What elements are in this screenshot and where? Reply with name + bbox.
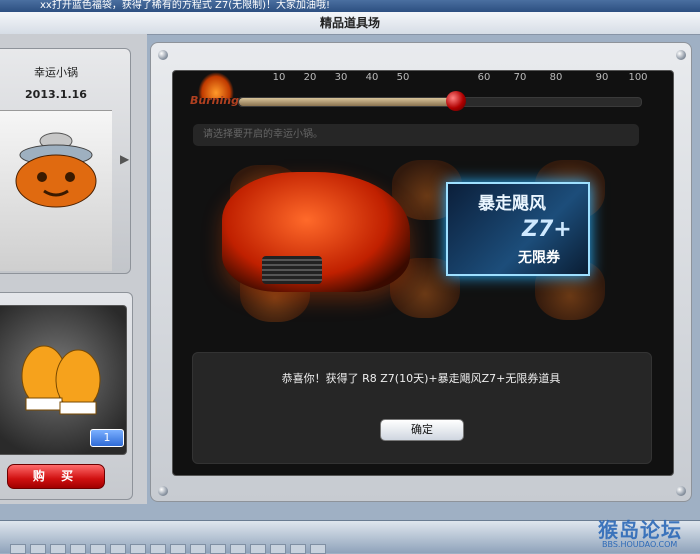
tick-label: 50 [396,72,410,83]
forum-watermark: 猴岛论坛 [598,518,682,542]
rivet-icon [158,486,168,496]
toolbar-slot[interactable] [50,544,66,554]
ok-button[interactable]: 确定 [380,419,464,441]
burning-label: Burning [190,94,239,107]
toolbar-slot[interactable] [70,544,86,554]
item-date: 2013.1.16 [25,88,87,101]
tick-label: 100 [628,72,648,83]
next-arrow-icon[interactable]: ▶ [120,152,129,166]
toolbar-slot[interactable] [250,544,266,554]
rivet-icon [676,50,686,60]
tick-label: 20 [303,72,317,83]
rivet-icon [158,50,168,60]
tick-label: 10 [272,72,286,83]
pot-select-hint: 请选择要开启的幸运小锅。 [193,124,639,146]
item-name: 幸运小锅 [34,66,78,79]
tick-label: 40 [365,72,379,83]
progress-knob [446,91,466,111]
toolbar-slot[interactable] [290,544,306,554]
quantity-badge: 1 [90,429,124,447]
forum-watermark-url: BBS.HOUDAO.COM [602,540,678,549]
toolbar-slot[interactable] [310,544,326,554]
toolbar-slot[interactable] [170,544,186,554]
lucky-pot-image [0,110,112,271]
tick-label: 80 [549,72,563,83]
toolbar-slot[interactable] [10,544,26,554]
tick-label: 60 [477,72,491,83]
buy-button[interactable]: 购 买 [7,464,105,489]
toolbar-slot[interactable] [130,544,146,554]
reward-dialog [192,352,652,464]
coupon-title: 暴走飓风 [478,194,546,214]
tick-label: 90 [595,72,609,83]
coupon-model: Z7+ [522,217,572,242]
toolbar-slot[interactable] [30,544,46,554]
toolbar-slot[interactable] [210,544,226,554]
tick-label: 70 [513,72,527,83]
toolbar-slot[interactable] [270,544,286,554]
car-grille [262,256,322,284]
toolbar-slot[interactable] [110,544,126,554]
lucky-pot-icon [15,132,97,208]
news-ticker: xx打开蓝色福袋，获得了稀有的方程式 Z7(无限制)！大家加油哦! [0,0,700,12]
tick-label: 30 [334,72,348,83]
toolbar-slot[interactable] [190,544,206,554]
reward-message: 恭喜你！获得了 R8 Z7(10天)+暴走飓风Z7+无限券道具 [281,372,561,385]
burning-progress-fill [239,98,456,106]
rivet-icon [676,486,686,496]
toolbar-slot[interactable] [150,544,166,554]
toolbar-slot[interactable] [90,544,106,554]
toolbar-slot[interactable] [230,544,246,554]
window-title: 精品道具场 [319,16,380,30]
coupon-subtitle: 无限券 [518,250,560,266]
